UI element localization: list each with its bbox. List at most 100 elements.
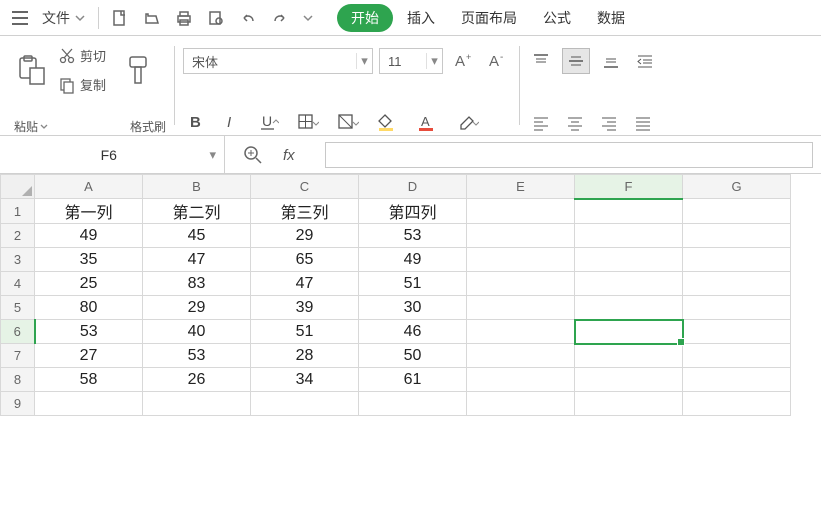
cell[interactable]: 53 — [359, 224, 467, 248]
cell[interactable] — [683, 199, 791, 224]
tab-formula[interactable]: 公式 — [531, 4, 583, 32]
redo-icon[interactable] — [265, 5, 295, 31]
new-doc-icon[interactable] — [105, 5, 135, 31]
column-header[interactable]: G — [683, 175, 791, 199]
column-header[interactable]: F — [575, 175, 683, 199]
cell[interactable] — [467, 392, 575, 416]
cell[interactable]: 83 — [143, 272, 251, 296]
cell[interactable]: 61 — [359, 368, 467, 392]
cell[interactable]: 65 — [251, 248, 359, 272]
cell[interactable] — [575, 392, 683, 416]
cell[interactable] — [467, 296, 575, 320]
cell[interactable] — [467, 248, 575, 272]
cell[interactable]: 34 — [251, 368, 359, 392]
cell[interactable] — [467, 320, 575, 344]
print-preview-icon[interactable] — [201, 5, 231, 31]
clear-format-icon[interactable] — [453, 109, 483, 135]
format-painter-button[interactable] — [120, 52, 156, 88]
row-header[interactable]: 9 — [1, 392, 35, 416]
cell[interactable]: 53 — [35, 320, 143, 344]
cell[interactable] — [467, 344, 575, 368]
cell[interactable] — [575, 296, 683, 320]
cell[interactable]: 51 — [251, 320, 359, 344]
cell[interactable]: 35 — [35, 248, 143, 272]
file-menu[interactable]: 文件 — [36, 4, 92, 32]
undo-icon[interactable] — [233, 5, 263, 31]
decrease-font-icon[interactable]: A- — [483, 48, 511, 74]
border-icon[interactable] — [293, 109, 323, 135]
row-header[interactable]: 6 — [1, 320, 35, 344]
cell[interactable] — [575, 320, 683, 344]
cell[interactable]: 25 — [35, 272, 143, 296]
align-center-icon[interactable] — [562, 111, 588, 135]
select-all-corner[interactable] — [1, 175, 35, 199]
fill-color-icon[interactable] — [373, 109, 403, 135]
cell[interactable] — [251, 392, 359, 416]
cell[interactable]: 47 — [251, 272, 359, 296]
cell-style-icon[interactable] — [333, 109, 363, 135]
menu-icon[interactable] — [6, 7, 34, 29]
name-box[interactable]: F6 ▾ — [0, 136, 225, 173]
cell[interactable]: 51 — [359, 272, 467, 296]
cell[interactable] — [35, 392, 143, 416]
align-middle-icon[interactable] — [562, 48, 590, 74]
increase-font-icon[interactable]: A+ — [449, 48, 477, 74]
cell[interactable]: 27 — [35, 344, 143, 368]
zoom-icon[interactable] — [239, 141, 267, 169]
cell[interactable] — [467, 224, 575, 248]
cell[interactable]: 第一列 — [35, 199, 143, 224]
cell[interactable]: 40 — [143, 320, 251, 344]
justify-icon[interactable] — [630, 111, 656, 135]
cell[interactable] — [683, 224, 791, 248]
cell[interactable] — [575, 272, 683, 296]
align-bottom-icon[interactable] — [598, 49, 624, 73]
cell[interactable]: 49 — [359, 248, 467, 272]
align-right-icon[interactable] — [596, 111, 622, 135]
underline-icon[interactable]: U — [255, 109, 283, 135]
cell[interactable]: 26 — [143, 368, 251, 392]
tab-start[interactable]: 开始 — [337, 4, 393, 32]
cell[interactable] — [359, 392, 467, 416]
fx-icon[interactable]: fx — [279, 141, 311, 169]
row-header[interactable]: 8 — [1, 368, 35, 392]
tab-insert[interactable]: 插入 — [395, 4, 447, 32]
bold-icon[interactable]: B — [183, 109, 209, 135]
cell[interactable]: 第二列 — [143, 199, 251, 224]
cell[interactable]: 30 — [359, 296, 467, 320]
cell[interactable] — [575, 248, 683, 272]
cell[interactable] — [683, 392, 791, 416]
formula-input[interactable] — [325, 142, 813, 168]
font-color-icon[interactable]: A — [413, 109, 443, 135]
print-icon[interactable] — [169, 5, 199, 31]
column-header[interactable]: A — [35, 175, 143, 199]
cut-button[interactable]: 剪切 — [56, 42, 108, 69]
cell[interactable]: 50 — [359, 344, 467, 368]
column-header[interactable]: D — [359, 175, 467, 199]
font-name-select[interactable]: 宋体 ▾ — [183, 48, 373, 74]
dropdown-icon[interactable] — [297, 9, 319, 27]
cell[interactable] — [467, 368, 575, 392]
cell[interactable] — [143, 392, 251, 416]
indent-decrease-icon[interactable] — [632, 49, 658, 73]
cell[interactable]: 49 — [35, 224, 143, 248]
cell[interactable]: 45 — [143, 224, 251, 248]
cell[interactable]: 47 — [143, 248, 251, 272]
cell[interactable] — [683, 272, 791, 296]
cell[interactable] — [683, 344, 791, 368]
cell[interactable]: 58 — [35, 368, 143, 392]
open-icon[interactable] — [137, 5, 167, 31]
paste-button[interactable] — [12, 52, 50, 88]
cell[interactable]: 80 — [35, 296, 143, 320]
cell[interactable]: 第三列 — [251, 199, 359, 224]
italic-icon[interactable]: I — [219, 109, 245, 135]
cell[interactable] — [467, 199, 575, 224]
tab-layout[interactable]: 页面布局 — [449, 4, 529, 32]
cell[interactable] — [575, 344, 683, 368]
row-header[interactable]: 5 — [1, 296, 35, 320]
cell[interactable] — [683, 320, 791, 344]
cell[interactable]: 第四列 — [359, 199, 467, 224]
align-left-icon[interactable] — [528, 111, 554, 135]
row-header[interactable]: 3 — [1, 248, 35, 272]
cell[interactable]: 46 — [359, 320, 467, 344]
cell[interactable]: 39 — [251, 296, 359, 320]
